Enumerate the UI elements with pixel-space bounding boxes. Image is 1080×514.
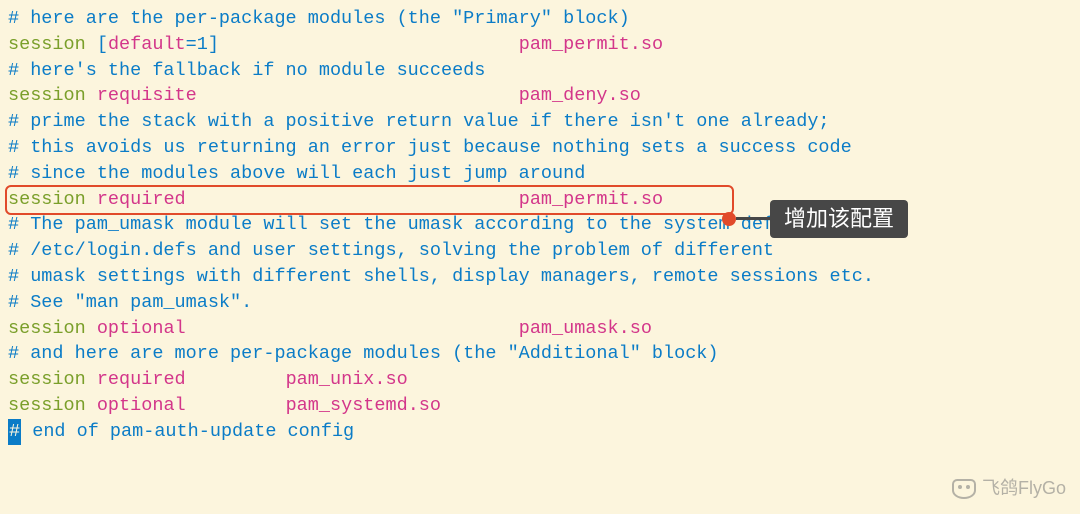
comment-line: # here's the fallback if no module succe… <box>8 58 1072 84</box>
config-line: session requisite pam_deny.so <box>8 83 1072 109</box>
comment-line: # umask settings with different shells, … <box>8 264 1072 290</box>
wechat-icon <box>952 479 976 499</box>
comment-line: # this avoids us returning an error just… <box>8 135 1072 161</box>
comment-line: # The pam_umask module will set the umas… <box>8 212 1072 238</box>
config-line: session optional pam_systemd.so <box>8 393 1072 419</box>
code-block: # here are the per-package modules (the … <box>8 6 1072 445</box>
comment-line: # See "man pam_umask". <box>8 290 1072 316</box>
comment-line: # end of pam-auth-update config <box>8 419 1072 445</box>
watermark-text: 飞鸽FlyGo <box>982 476 1066 502</box>
config-line: session optional pam_umask.so <box>8 316 1072 342</box>
watermark: 飞鸽FlyGo <box>952 476 1066 502</box>
comment-line: # here are the per-package modules (the … <box>8 6 1072 32</box>
cursor: # <box>8 419 21 445</box>
comment-line: # and here are more per-package modules … <box>8 341 1072 367</box>
highlighted-config-line: session required pam_permit.so <box>8 187 1072 213</box>
comment-line: # prime the stack with a positive return… <box>8 109 1072 135</box>
config-line: session [default=1] pam_permit.so <box>8 32 1072 58</box>
comment-line: # /etc/login.defs and user settings, sol… <box>8 238 1072 264</box>
config-line: session required pam_unix.so <box>8 367 1072 393</box>
comment-line: # since the modules above will each just… <box>8 161 1072 187</box>
